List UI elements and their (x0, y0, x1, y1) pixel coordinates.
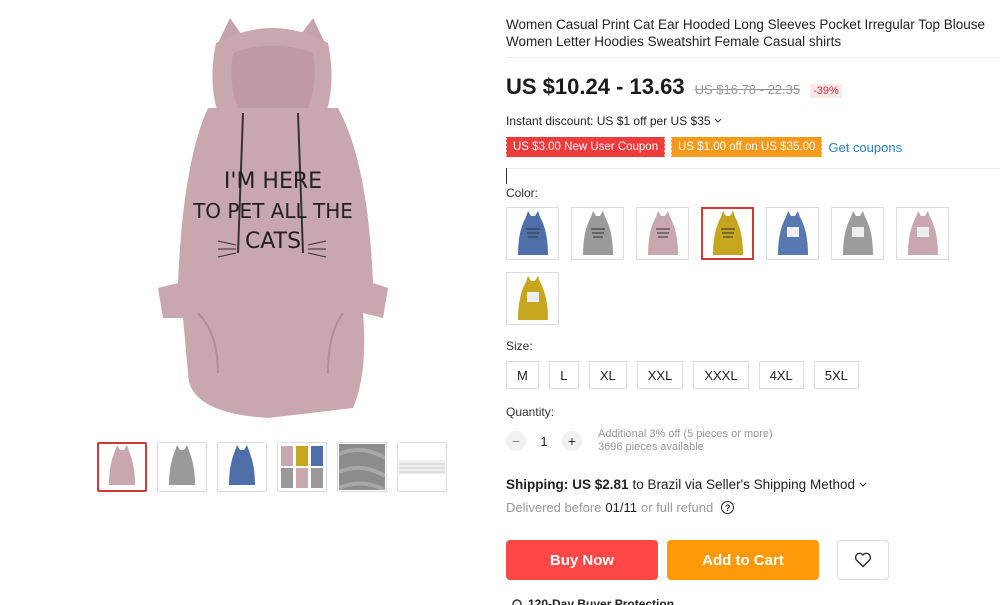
quantity-info: Additional 3% off (5 pieces or more) 369… (598, 428, 773, 454)
delivery-estimate: Delivered before 01/11 or full refund ? (506, 500, 735, 515)
delivered-date: 01/11 (605, 500, 637, 515)
thumbnail-fabric[interactable] (337, 442, 387, 492)
shipping-prefix: Shipping: (506, 477, 569, 492)
instant-discount-text: Instant discount: US $1 off per US $35 (506, 114, 711, 128)
discount-badge: -39% (810, 84, 842, 98)
hoodie-illustration: I'M HERE TO PET ALL THE CATS (157, 17, 388, 418)
color-swatch-gray[interactable] (571, 207, 624, 260)
main-product-image[interactable]: I'M HERE TO PET ALL THE CATS (100, 10, 445, 425)
print-line-2: TO PET ALL THE (192, 199, 353, 223)
size-option-m[interactable]: M (506, 361, 539, 389)
thumbnail-blue[interactable] (217, 442, 267, 492)
shipping-amount: US $2.81 (572, 477, 629, 492)
thumbnail-all-colors[interactable] (277, 442, 327, 492)
chevron-down-icon (859, 482, 867, 487)
hoodie-thumbnail (907, 210, 938, 255)
color-swatch-yellow-cat[interactable] (506, 272, 559, 325)
color-swatch-pink-cat[interactable] (896, 207, 949, 260)
thumbnail-pink[interactable] (97, 442, 147, 492)
coupon-row: US $3.00 New User Coupon US $1.00 off on… (504, 137, 902, 157)
instant-discount[interactable]: Instant discount: US $1 off per US $35 (506, 114, 722, 128)
shield-icon (512, 599, 522, 605)
shipping-method: to Brazil via Seller's Shipping Method (632, 477, 855, 492)
shipping-info[interactable]: Shipping: US $2.81 to Brazil via Seller'… (506, 477, 867, 492)
hoodie-thumbnail (517, 210, 548, 255)
help-icon[interactable]: ? (721, 501, 735, 514)
size-options: M L XL XXL XXXL 4XL 5XL (506, 361, 859, 389)
increase-quantity-button[interactable]: + (562, 431, 582, 451)
decrease-quantity-button[interactable]: − (506, 431, 526, 451)
hoodie-thumbnail (712, 210, 743, 255)
new-user-coupon[interactable]: US $3.00 New User Coupon (504, 137, 666, 157)
color-label: Color: (506, 186, 539, 200)
product-info-panel: Women Casual Print Cat Ear Hooded Long S… (504, 0, 1000, 605)
get-coupons-link[interactable]: Get coupons (828, 140, 902, 155)
size-option-xl[interactable]: XL (588, 361, 627, 389)
quantity-value[interactable]: 1 (534, 434, 554, 449)
size-label: Size: (506, 339, 533, 353)
thumbnail-size-chart[interactable] (397, 442, 447, 492)
store-coupon[interactable]: US $1.00 off on US $35.00 (670, 137, 823, 157)
thumbnail-strip (97, 442, 447, 492)
chevron-down-icon (714, 118, 721, 123)
size-option-4xl[interactable]: 4XL (758, 361, 804, 389)
color-options (506, 207, 966, 325)
size-option-5xl[interactable]: 5XL (813, 361, 859, 389)
product-title: Women Casual Print Cat Ear Hooded Long S… (506, 17, 986, 49)
heart-icon (854, 552, 872, 568)
print-line-1: I'M HERE (223, 169, 321, 194)
stock-text: 3696 pieces available (598, 441, 704, 453)
add-to-cart-button[interactable]: Add to Cart (667, 540, 819, 580)
color-swatch-blue[interactable] (506, 207, 559, 260)
color-swatch-blue-cat[interactable] (766, 207, 819, 260)
buyer-protection: 120-Day Buyer Protection (512, 597, 674, 605)
size-option-l[interactable]: L (548, 361, 579, 389)
thumbnail-gray[interactable] (157, 442, 207, 492)
color-swatch-gray-cat[interactable] (831, 207, 884, 260)
wishlist-button[interactable] (837, 540, 889, 580)
hoodie-thumbnail (647, 210, 678, 255)
bulk-discount-text: Additional 3% off (5 pieces or more) (598, 428, 773, 440)
size-option-xxxl[interactable]: XXXL (693, 361, 749, 389)
hoodie-thumbnail (517, 275, 548, 320)
text-cursor (506, 168, 507, 184)
hoodie-thumbnail (582, 210, 613, 255)
price-row: US $10.24 - 13.63 US $16.78 - 22.35 -39% (506, 74, 842, 100)
color-swatch-yellow[interactable] (701, 207, 754, 260)
divider (506, 57, 1000, 58)
hoodie-thumbnail (842, 210, 873, 255)
size-option-xxl[interactable]: XXL (636, 361, 684, 389)
buyer-protection-text: 120-Day Buyer Protection (528, 597, 675, 605)
original-price: US $16.78 - 22.35 (694, 82, 801, 97)
action-buttons: Buy Now Add to Cart (506, 540, 889, 580)
hoodie-thumbnail (777, 210, 808, 255)
current-price: US $10.24 - 13.63 (506, 74, 685, 99)
quantity-stepper: − 1 + Additional 3% off (5 pieces or mor… (506, 428, 773, 454)
print-line-3: CATS (244, 229, 300, 254)
quantity-label: Quantity: (506, 405, 555, 419)
buy-now-button[interactable]: Buy Now (506, 540, 658, 580)
divider (506, 168, 1000, 169)
delivered-suffix: or full refund (640, 500, 714, 515)
delivered-prefix: Delivered before (506, 500, 602, 515)
color-swatch-pink[interactable] (636, 207, 689, 260)
